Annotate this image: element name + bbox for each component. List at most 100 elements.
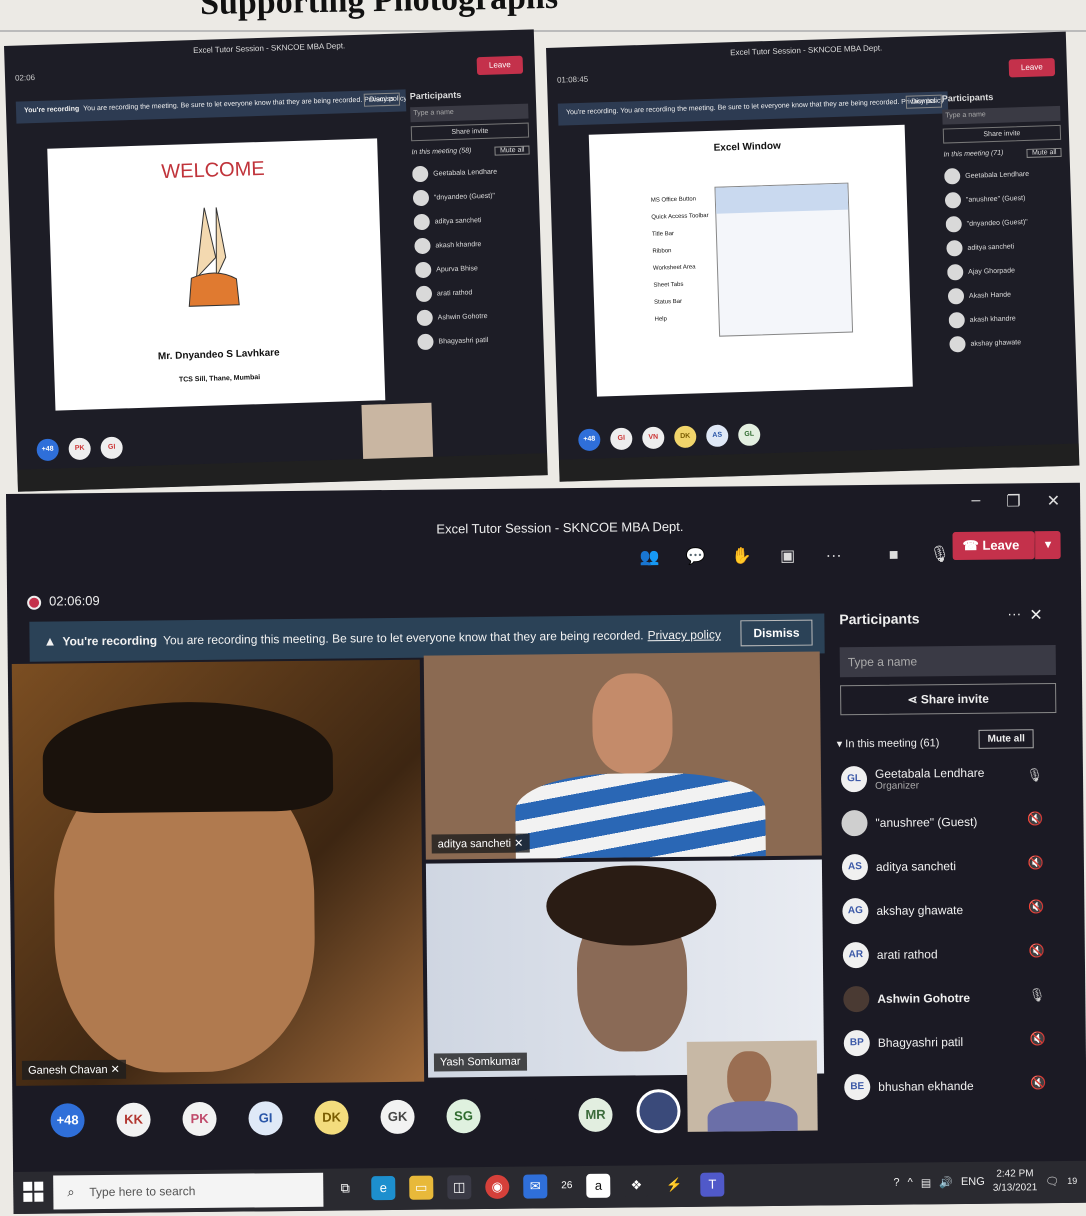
more-icon[interactable]: ··· xyxy=(821,543,847,569)
overflow-avatar[interactable]: DK xyxy=(673,425,697,449)
participant-row[interactable]: AG akshay ghawate 🔇 xyxy=(842,887,1058,933)
participant-name: Akash Hande xyxy=(968,291,1012,300)
overflow-avatar[interactable]: KK xyxy=(116,1102,151,1137)
overflow-avatar-photo[interactable] xyxy=(512,1098,547,1133)
overflow-avatar[interactable]: GI xyxy=(248,1101,283,1136)
avatar xyxy=(945,216,962,233)
overflow-avatar[interactable]: PK xyxy=(182,1101,217,1137)
banner-text: You are recording the meeting. Be sure t… xyxy=(83,95,407,113)
file-explorer-icon[interactable]: ▭ xyxy=(409,1175,434,1200)
overflow-avatar[interactable]: GI xyxy=(100,436,124,460)
mic-off-icon[interactable]: 🔇 xyxy=(1028,899,1044,915)
overflow-avatar[interactable]: GK xyxy=(380,1099,415,1135)
video-tile-large[interactable]: Ganesh Chavan ✕ xyxy=(11,659,425,1086)
close-icon[interactable]: ✕ xyxy=(1047,491,1061,511)
participant-row[interactable]: GL Geetabala Lendhare Organizer 🎙 xyxy=(840,755,1057,801)
leave-button[interactable]: Leave xyxy=(476,55,524,76)
participant-row[interactable]: "anushree" (Guest) 🔇 xyxy=(841,799,1057,845)
restore-icon[interactable]: ❐ xyxy=(1006,491,1021,511)
close-icon[interactable]: ✕ xyxy=(1029,605,1043,625)
mic-off-icon[interactable]: 🔇 xyxy=(1027,811,1043,827)
camera-icon[interactable]: ■ xyxy=(881,543,907,569)
participant-search[interactable]: Type a name xyxy=(942,105,1061,125)
mic-off-icon[interactable]: 🔇 xyxy=(1028,855,1044,871)
rooms-icon[interactable]: ▣ xyxy=(775,544,801,570)
overflow-avatar[interactable]: +48 xyxy=(577,428,601,452)
network-icon[interactable]: ▤ xyxy=(921,1176,932,1189)
chrome-icon[interactable]: ◉ xyxy=(485,1174,510,1200)
notification-icon[interactable]: 🗨 xyxy=(1045,1175,1059,1188)
participant-row[interactable]: BP Bhagyashri patil 🔇 xyxy=(843,1019,1060,1065)
windows-start-icon[interactable] xyxy=(23,1181,44,1202)
mic-icon[interactable]: 🎙 xyxy=(1026,767,1043,783)
slide-welcome: WELCOME xyxy=(161,157,266,184)
record-icon xyxy=(27,595,42,610)
participant-search[interactable]: Type a name xyxy=(410,103,529,123)
system-tray: ? ^ ▤ 🔊 ENG 2:42 PM 3/13/2021 🗨 19 xyxy=(893,1167,1077,1197)
privacy-policy-link[interactable]: Privacy policy xyxy=(647,628,721,643)
overflow-avatar[interactable]: PK xyxy=(68,437,92,461)
participant-search-input[interactable]: Type a name xyxy=(839,645,1056,678)
chat-icon[interactable]: 💬 xyxy=(683,545,709,571)
share-invite-button[interactable]: ⋖ Share invite xyxy=(840,683,1057,716)
mic-off-icon[interactable]: 🔇 xyxy=(1029,943,1045,959)
overflow-avatar[interactable]: MR xyxy=(578,1097,613,1133)
overflow-avatar[interactable]: SG xyxy=(446,1099,481,1134)
participant-row[interactable]: AS aditya sancheti 🔇 xyxy=(841,843,1058,889)
overflow-avatar[interactable]: VN xyxy=(641,426,665,450)
leave-button[interactable]: ☎ Leave xyxy=(952,531,1035,561)
mic-off-icon[interactable]: 🔇 xyxy=(1029,1031,1045,1047)
self-view xyxy=(361,402,434,461)
avatar xyxy=(947,287,965,305)
help-icon[interactable]: ? xyxy=(893,1177,899,1189)
overflow-avatar-photo[interactable] xyxy=(636,1088,681,1134)
dismiss-button[interactable]: Dismiss xyxy=(905,94,943,109)
mic-off-icon[interactable]: 🔇 xyxy=(1030,1075,1046,1091)
mute-all-button[interactable]: Mute all xyxy=(1026,147,1062,158)
leave-button[interactable]: Leave xyxy=(1008,58,1056,78)
task-view-icon[interactable]: ⧉ xyxy=(333,1176,357,1200)
more-options-icon[interactable]: ··· xyxy=(1007,605,1021,621)
name-text: aditya sancheti xyxy=(875,859,957,874)
overflow-avatar[interactable]: AS xyxy=(705,424,729,448)
people-icon[interactable]: 👥 xyxy=(637,545,663,571)
volume-icon[interactable]: 🔊 xyxy=(939,1176,953,1189)
app-icon[interactable]: ⚡ xyxy=(662,1173,686,1197)
dismiss-button[interactable]: Dismiss xyxy=(363,92,401,107)
amazon-icon[interactable]: a xyxy=(586,1173,611,1198)
overflow-count[interactable]: +48 xyxy=(50,1103,85,1138)
chevron-down-icon: ▾ xyxy=(836,738,846,751)
chevron-up-icon[interactable]: ^ xyxy=(908,1177,913,1189)
overflow-avatar[interactable]: GI xyxy=(609,427,633,451)
overflow-avatar[interactable]: GL xyxy=(737,423,761,447)
edge-icon[interactable]: e xyxy=(371,1175,396,1201)
dropbox-icon[interactable]: ❖ xyxy=(624,1173,649,1198)
in-meeting-count[interactable]: ▾ In this meeting (61) xyxy=(837,736,940,750)
taskbar-search[interactable]: ⌕ Type here to search xyxy=(53,1172,324,1210)
dismiss-button[interactable]: Dismiss xyxy=(740,619,813,647)
chevron-down-icon[interactable]: ▼ xyxy=(1034,530,1061,560)
participant-row[interactable]: AR arati rathod 🔇 xyxy=(842,931,1059,977)
reactions-icon[interactable]: ✋ xyxy=(729,544,755,570)
teams-icon[interactable]: T xyxy=(700,1172,725,1197)
mic-icon[interactable]: 🎙 xyxy=(927,542,953,568)
participant-name: akash khandre xyxy=(435,240,482,250)
mic-off-icon: ✕ xyxy=(514,837,524,850)
overflow-avatar[interactable]: DK xyxy=(314,1100,349,1135)
participant-row[interactable]: akshay ghawate xyxy=(949,329,1068,357)
participant-row[interactable]: Ashwin Gohotre 🎙 xyxy=(843,975,1059,1021)
participant-row[interactable]: Bhagyashri patil xyxy=(417,326,536,354)
store-icon[interactable]: ◫ xyxy=(447,1175,472,1200)
language-indicator[interactable]: ENG xyxy=(961,1176,985,1188)
overflow-avatar[interactable]: +48 xyxy=(36,438,60,462)
mic-icon[interactable]: 🎙 xyxy=(1029,987,1046,1003)
clock[interactable]: 2:42 PM 3/13/2021 xyxy=(993,1167,1038,1195)
video-tile[interactable]: aditya sancheti ✕ xyxy=(423,651,822,860)
mute-all-button[interactable]: Mute all xyxy=(978,729,1034,749)
minimize-icon[interactable]: – xyxy=(971,492,980,512)
share-invite-button[interactable]: Share invite xyxy=(942,124,1062,144)
mute-all-button[interactable]: Mute all xyxy=(494,145,530,156)
mail-icon[interactable]: ✉ xyxy=(523,1174,548,1199)
share-invite-button[interactable]: Share invite xyxy=(410,122,530,142)
participant-row[interactable]: BE bhushan ekhande 🔇 xyxy=(844,1063,1060,1109)
